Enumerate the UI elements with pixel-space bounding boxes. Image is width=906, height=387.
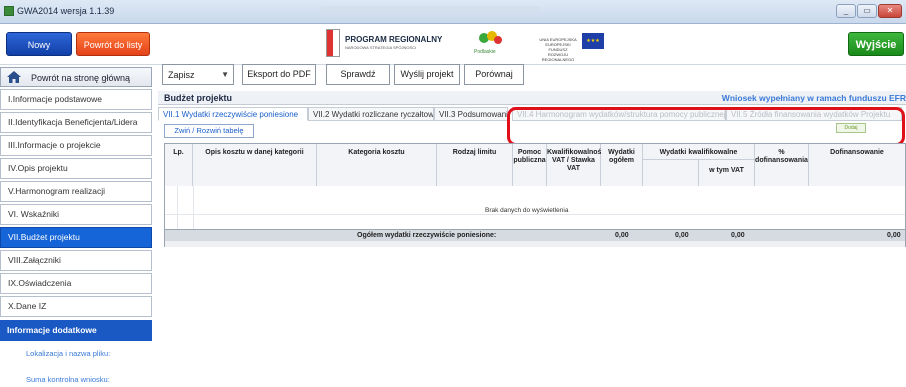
grid-divider [193, 186, 194, 229]
eu-flag-icon: ★★★ [582, 33, 604, 49]
tab-funding-sources[interactable]: VII.5 Źródła finansowania wydatków Proje… [726, 107, 902, 121]
sidebar: I.Informacje podstawowe II.Identyfikacja… [0, 89, 152, 384]
add-row-button[interactable]: Dodaj [836, 123, 866, 133]
sidebar-item-project-info[interactable]: III.Informacje o projekcie [0, 135, 152, 156]
window-title-ghost [320, 6, 540, 15]
grid-header-description: Opis kosztu w danej kategorii [193, 144, 317, 186]
grid-divider [177, 186, 178, 229]
new-button[interactable]: Nowy [6, 32, 72, 56]
collapse-expand-table-button[interactable]: Zwiń / Rozwiń tabelę [164, 124, 254, 138]
grid-header-lp: Lp. [165, 144, 193, 186]
back-to-list-button[interactable]: Powrót do listy [76, 32, 150, 56]
export-pdf-button[interactable]: Eksport do PDF [242, 64, 316, 85]
sidebar-item-beneficiary[interactable]: II.Identyfikacja Beneficjenta/Lidera [0, 112, 152, 133]
file-location-label: Lokalizacja i nazwa pliku: [26, 349, 111, 358]
sidebar-item-project-description[interactable]: IV.Opis projektu [0, 158, 152, 179]
program-logo-text: PROGRAM REGIONALNY [345, 35, 443, 44]
program-logo-icon [326, 29, 340, 57]
sidebar-item-budget[interactable]: VII.Budżet projektu [0, 227, 152, 248]
grid-header-eligible-expenses: Wydatki kwalifikowalne [643, 144, 755, 159]
grid-header-total-expenses: Wydatki ogółem [601, 144, 643, 186]
top-bar: Nowy Powrót do listy PROGRAM REGIONALNY … [0, 25, 906, 65]
section-header: Budżet projektu Wniosek wypełniany w ram… [158, 91, 906, 105]
home-link[interactable]: Powrót na stronę główną [0, 67, 152, 87]
no-data-message: Brak danych do wyświetlenia [485, 207, 569, 214]
fund-note: Wniosek wypełniany w ramach funduszu EFR [721, 93, 906, 103]
grid-header-funding-percent: % dofinansowania [755, 144, 809, 186]
grid-header-incl-vat: w tym VAT [699, 159, 755, 186]
main-panel: Budżet projektu Wniosek wypełniany w ram… [158, 89, 906, 360]
total-vat-value: 0,00 [731, 232, 745, 239]
minimize-button[interactable]: _ [836, 4, 856, 18]
close-window-button[interactable]: ✕ [878, 4, 902, 18]
budget-tabs: VII.1 Wydatki rzeczywiście poniesione VI… [158, 107, 906, 146]
window-titlebar: GWA2014 wersja 1.1.39 _ ▭ ✕ [0, 0, 906, 24]
sidebar-item-schedule[interactable]: V.Harmonogram realizacji [0, 181, 152, 202]
grid-total-row: Ogółem wydatki rzeczywiście poniesione: … [165, 229, 905, 241]
total-expenses-value: 0,00 [615, 232, 629, 239]
sidebar-item-iz-data[interactable]: X.Dane IZ [0, 296, 152, 317]
grid-header-funding: Dofinansowanie [809, 144, 905, 186]
send-project-button[interactable]: Wyślij projekt [394, 64, 460, 85]
podlaskie-logo-icon: Podlaskie [474, 31, 502, 55]
total-eligible-value: 0,00 [675, 232, 689, 239]
chevron-down-icon: ▼ [221, 70, 229, 79]
sidebar-item-declarations[interactable]: IX.Oświadczenia [0, 273, 152, 294]
sidebar-item-indicators[interactable]: VI. Wskaźniki [0, 204, 152, 225]
exit-button[interactable]: Wyjście [848, 32, 904, 56]
check-button[interactable]: Sprawdź [326, 64, 390, 85]
grid-header-vat-eligibility: Kwalifikowalność VAT / Stawka VAT [547, 144, 605, 186]
grid-header-eligible-sub [643, 159, 699, 186]
program-logo-subtext: NARODOWA STRATEGIA SPÓJNOŚCI [345, 45, 417, 50]
sidebar-item-basic-info[interactable]: I.Informacje podstawowe [0, 89, 152, 110]
toolbar: Zapisz ▼ Eksport do PDF Sprawdź Wyślij p… [158, 64, 906, 88]
tab-summary[interactable]: VII.3 Podsumowanie [434, 107, 508, 121]
grid-row-divider [165, 214, 905, 215]
save-select[interactable]: Zapisz ▼ [162, 64, 234, 85]
compare-button[interactable]: Porównaj [464, 64, 524, 85]
maximize-button[interactable]: ▭ [857, 4, 877, 18]
eu-logo-text: UNIA EUROPEJSKA EUROPEJSKI FUNDUSZ ROZWO… [539, 37, 577, 62]
podlaskie-logo-text: Podlaskie [474, 49, 496, 55]
tab-actual-expenses[interactable]: VII.1 Wydatki rzeczywiście poniesione [158, 107, 308, 121]
additional-info-heading: Informacje dodatkowe [0, 320, 152, 341]
total-label: Ogółem wydatki rzeczywiście poniesione: [357, 232, 497, 239]
home-link-label: Powrót na stronę główną [31, 73, 131, 83]
app-icon [4, 6, 14, 16]
tab-lump-sum-expenses[interactable]: VII.2 Wydatki rozliczane ryczałtowo [308, 107, 434, 121]
grid-header-limit-type: Rodzaj limitu [437, 144, 513, 186]
total-funding-value: 0,00 [887, 232, 901, 239]
save-select-value: Zapisz [168, 70, 195, 80]
sidebar-item-attachments[interactable]: VIII.Załączniki [0, 250, 152, 271]
section-title: Budżet projektu [164, 93, 233, 103]
tab-schedule-public-aid[interactable]: VII.4 Harmonogram wydatków/struktura pom… [512, 107, 726, 121]
grid-header-public-aid: Pomoc publiczna [513, 144, 547, 186]
grid-header-category: Kategoria kosztu [317, 144, 437, 186]
home-icon [7, 71, 21, 83]
window-title: GWA2014 wersja 1.1.39 [17, 6, 115, 16]
expenses-grid: Lp. Opis kosztu w danej kategorii Katego… [164, 143, 906, 247]
grid-horizontal-scrollbar[interactable] [165, 241, 905, 247]
checksum-label: Suma kontrolna wniosku: [26, 375, 110, 384]
